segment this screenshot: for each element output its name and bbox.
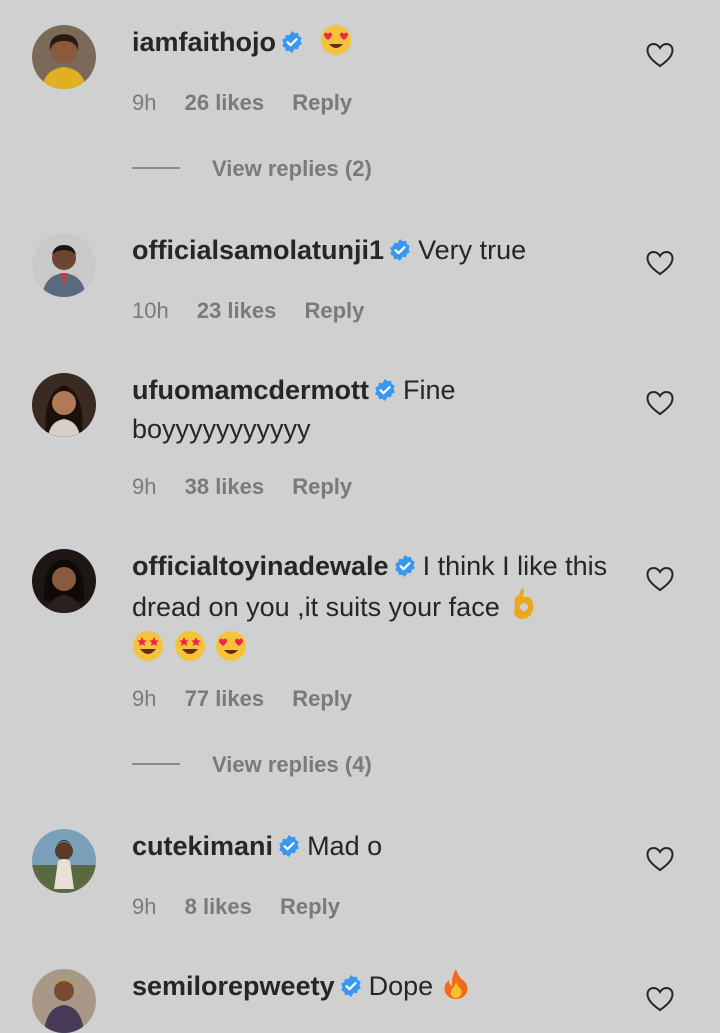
reply-button[interactable]: Reply	[304, 298, 364, 323]
like-heart-icon[interactable]	[646, 846, 674, 872]
like-heart-icon[interactable]	[646, 986, 674, 1012]
comment-time: 9h	[132, 894, 157, 919]
comment-meta: 9h 77 likes Reply	[132, 686, 374, 712]
view-replies-label: View replies (4)	[212, 752, 372, 777]
reply-button[interactable]: Reply	[292, 90, 352, 115]
comment-likes[interactable]: 77 likes	[185, 686, 265, 711]
comment-meta: 10h 23 likes Reply	[132, 298, 386, 324]
comment-likes[interactable]: 38 likes	[185, 474, 265, 499]
reply-button[interactable]: Reply	[292, 686, 352, 711]
comment-likes[interactable]: 26 likes	[185, 90, 265, 115]
like-heart-icon[interactable]	[646, 250, 674, 276]
comment-meta: 9h 8 likes Reply	[132, 894, 362, 920]
reply-button[interactable]: Reply	[292, 474, 352, 499]
comment-body: semilorepweety Dope	[132, 968, 612, 1009]
comment-likes[interactable]: 23 likes	[197, 298, 277, 323]
avatar[interactable]	[32, 25, 96, 89]
comment-meta: 9h 26 likes Reply	[132, 90, 374, 116]
verified-badge-icon	[388, 235, 412, 271]
comment-text: Mad o	[307, 831, 383, 861]
avatar[interactable]	[32, 233, 96, 297]
ok-hand-emoji-icon	[509, 587, 537, 630]
comment-body: officialsamolatunji1 Very true	[132, 232, 612, 271]
comment-time: 9h	[132, 686, 157, 711]
comment-username[interactable]: cutekimani	[132, 831, 273, 861]
like-heart-icon[interactable]	[646, 566, 674, 592]
heart-eyes-emoji-icon	[320, 24, 352, 65]
verified-badge-icon	[280, 27, 304, 63]
comment-time: 9h	[132, 90, 157, 115]
comment-username[interactable]: officialtoyinadewale	[132, 551, 389, 581]
like-heart-icon[interactable]	[646, 390, 674, 416]
verified-badge-icon	[339, 971, 363, 1007]
view-replies-label: View replies (2)	[212, 156, 372, 181]
view-replies-button[interactable]: View replies (2)	[132, 156, 372, 182]
view-replies-button[interactable]: View replies (4)	[132, 752, 372, 778]
replies-divider	[132, 167, 180, 169]
comment-body: iamfaithojo	[132, 24, 612, 65]
heart-eyes-emoji-icon	[215, 630, 247, 671]
verified-badge-icon	[277, 831, 301, 867]
star-struck-emoji-icon	[132, 630, 164, 671]
comment-body: ufuomamcdermott Fine boyyyyyyyyyyy	[132, 372, 612, 447]
avatar[interactable]	[32, 549, 96, 613]
comment-text: Very true	[418, 235, 527, 265]
verified-badge-icon	[393, 551, 417, 587]
comment-time: 9h	[132, 474, 157, 499]
avatar[interactable]	[32, 829, 96, 893]
verified-badge-icon	[373, 375, 397, 411]
comment-body: cutekimani Mad o	[132, 828, 612, 867]
avatar[interactable]	[32, 373, 96, 437]
comment-username[interactable]: ufuomamcdermott	[132, 375, 369, 405]
comment-body: officialtoyinadewale I think I like this …	[132, 548, 612, 671]
avatar[interactable]	[32, 969, 96, 1033]
like-heart-icon[interactable]	[646, 42, 674, 68]
reply-button[interactable]: Reply	[280, 894, 340, 919]
comment-likes[interactable]: 8 likes	[185, 894, 252, 919]
comment-username[interactable]: semilorepweety	[132, 971, 335, 1001]
replies-divider	[132, 763, 180, 765]
comment-text: Dope	[368, 971, 434, 1001]
star-struck-emoji-icon	[174, 630, 206, 671]
comment-meta: 9h 38 likes Reply	[132, 474, 374, 500]
comment-username[interactable]: officialsamolatunji1	[132, 235, 384, 265]
comment-username[interactable]: iamfaithojo	[132, 27, 276, 57]
comment-time: 10h	[132, 298, 169, 323]
fire-emoji-icon	[443, 968, 469, 1009]
